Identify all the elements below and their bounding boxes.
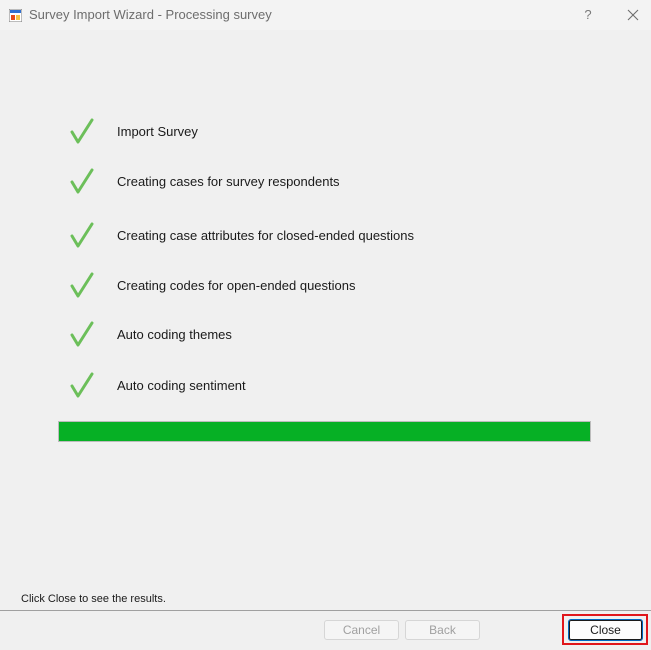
step-label: Creating codes for open-ended questions <box>117 278 356 293</box>
step-label: Auto coding sentiment <box>117 378 246 393</box>
checkmark-icon <box>70 118 94 144</box>
checkmark-icon <box>70 168 94 194</box>
checkmark-icon <box>70 321 94 347</box>
step-item: Creating case attributes for closed-ende… <box>70 222 570 252</box>
step-item: Creating codes for open-ended questions <box>70 272 570 302</box>
step-item: Auto coding sentiment <box>70 372 570 402</box>
close-button[interactable]: Close <box>568 619 643 641</box>
progress-bar-fill <box>59 422 590 441</box>
checkmark-icon <box>70 372 94 398</box>
window-close-icon[interactable] <box>622 4 644 26</box>
step-label: Auto coding themes <box>117 327 232 342</box>
step-label: Creating cases for survey respondents <box>117 174 340 189</box>
survey-import-wizard-window: Survey Import Wizard - Processing survey… <box>0 0 651 650</box>
help-button[interactable]: ? <box>577 4 599 26</box>
app-icon <box>9 9 22 22</box>
step-label: Import Survey <box>117 124 198 139</box>
cancel-button[interactable]: Cancel <box>324 620 399 640</box>
step-item: Creating cases for survey respondents <box>70 168 570 198</box>
status-message: Click Close to see the results. <box>21 593 166 605</box>
title-bar: Survey Import Wizard - Processing survey… <box>0 0 651 30</box>
checkmark-icon <box>70 222 94 248</box>
footer-divider <box>0 610 651 611</box>
step-item: Import Survey <box>70 118 570 148</box>
step-label: Creating case attributes for closed-ende… <box>117 228 415 243</box>
checkmark-icon <box>70 272 94 298</box>
back-button[interactable]: Back <box>405 620 480 640</box>
progress-bar <box>58 421 591 442</box>
window-title: Survey Import Wizard - Processing survey <box>29 7 272 22</box>
step-item: Auto coding themes <box>70 321 570 351</box>
